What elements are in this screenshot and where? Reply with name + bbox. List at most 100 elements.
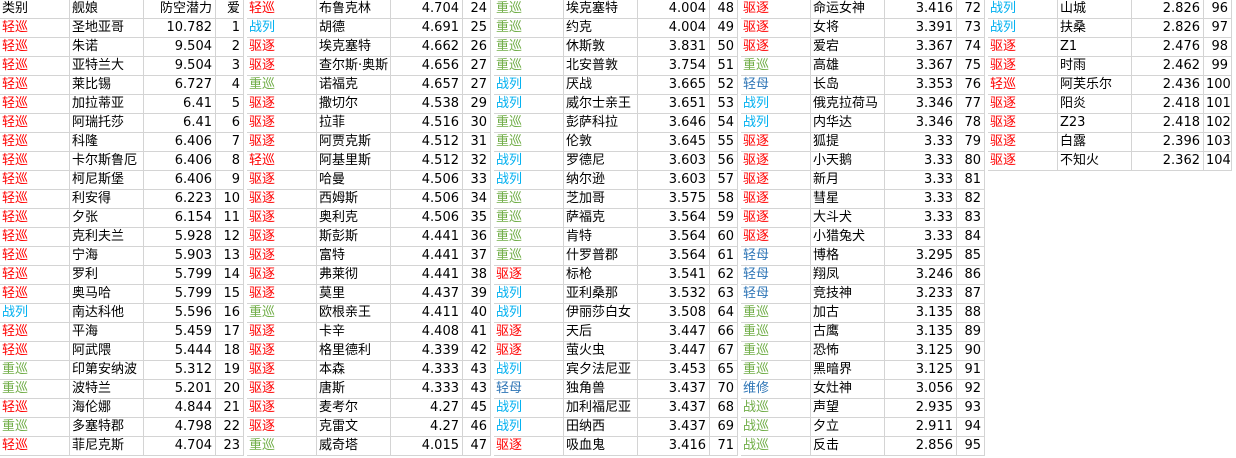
aa-potential-cell[interactable]: 4.512 — [391, 133, 463, 152]
name-cell[interactable]: 卡尔斯鲁厄 — [70, 152, 144, 171]
type-cell[interactable]: 重巡 — [494, 247, 564, 266]
type-cell[interactable]: 轻巡 — [0, 95, 70, 114]
rank-cell[interactable]: 61 — [710, 247, 738, 266]
rank-cell[interactable]: 97 — [1204, 19, 1232, 38]
rank-cell[interactable]: 92 — [957, 380, 985, 399]
type-cell[interactable]: 重巡 — [247, 304, 317, 323]
name-cell[interactable]: 埃克塞特 — [564, 0, 638, 19]
header-cell[interactable]: 类别 — [0, 0, 70, 19]
aa-potential-cell[interactable]: 4.512 — [391, 152, 463, 171]
aa-potential-cell[interactable]: 4.339 — [391, 342, 463, 361]
aa-potential-cell[interactable]: 4.506 — [391, 171, 463, 190]
aa-potential-cell[interactable]: 3.646 — [638, 114, 710, 133]
name-cell[interactable]: 胡德 — [317, 19, 391, 38]
name-cell[interactable]: 格里德利 — [317, 342, 391, 361]
rank-cell[interactable]: 10 — [216, 190, 244, 209]
name-cell[interactable]: 高雄 — [811, 57, 885, 76]
name-cell[interactable]: 女将 — [811, 19, 885, 38]
name-cell[interactable]: 罗利 — [70, 266, 144, 285]
type-cell[interactable]: 驱逐 — [247, 418, 317, 437]
aa-potential-cell[interactable]: 4.506 — [391, 209, 463, 228]
type-cell[interactable]: 驱逐 — [247, 190, 317, 209]
aa-potential-cell[interactable]: 4.27 — [391, 418, 463, 437]
type-cell[interactable]: 轻巡 — [0, 152, 70, 171]
aa-potential-cell[interactable]: 3.367 — [885, 57, 957, 76]
name-cell[interactable]: 亚利桑那 — [564, 285, 638, 304]
aa-potential-cell[interactable]: 3.564 — [638, 247, 710, 266]
rank-cell[interactable]: 36 — [463, 228, 491, 247]
aa-potential-cell[interactable]: 5.596 — [144, 304, 216, 323]
rank-cell[interactable]: 66 — [710, 323, 738, 342]
aa-potential-cell[interactable]: 6.406 — [144, 152, 216, 171]
name-cell[interactable]: 小猎兔犬 — [811, 228, 885, 247]
type-cell[interactable]: 驱逐 — [741, 228, 811, 247]
name-cell[interactable]: 古鹰 — [811, 323, 885, 342]
type-cell[interactable]: 重巡 — [494, 57, 564, 76]
name-cell[interactable]: 田纳西 — [564, 418, 638, 437]
aa-potential-cell[interactable]: 6.406 — [144, 133, 216, 152]
name-cell[interactable]: 埃克塞特 — [317, 38, 391, 57]
rank-cell[interactable]: 73 — [957, 19, 985, 38]
rank-cell[interactable]: 58 — [710, 190, 738, 209]
rank-cell[interactable]: 16 — [216, 304, 244, 323]
name-cell[interactable]: 唐斯 — [317, 380, 391, 399]
aa-potential-cell[interactable]: 3.295 — [885, 247, 957, 266]
type-cell[interactable]: 战列 — [494, 304, 564, 323]
type-cell[interactable]: 驱逐 — [741, 0, 811, 19]
name-cell[interactable]: 阿基里斯 — [317, 152, 391, 171]
rank-cell[interactable]: 79 — [957, 133, 985, 152]
type-cell[interactable]: 驱逐 — [247, 228, 317, 247]
aa-potential-cell[interactable]: 3.33 — [885, 133, 957, 152]
aa-potential-cell[interactable]: 3.564 — [638, 228, 710, 247]
type-cell[interactable]: 战列 — [494, 361, 564, 380]
aa-potential-cell[interactable]: 2.826 — [1132, 19, 1204, 38]
aa-potential-cell[interactable]: 4.441 — [391, 228, 463, 247]
rank-cell[interactable]: 59 — [710, 209, 738, 228]
type-cell[interactable]: 驱逐 — [494, 323, 564, 342]
aa-potential-cell[interactable]: 4.408 — [391, 323, 463, 342]
type-cell[interactable]: 驱逐 — [988, 57, 1058, 76]
rank-cell[interactable]: 43 — [463, 380, 491, 399]
name-cell[interactable]: 大斗犬 — [811, 209, 885, 228]
aa-potential-cell[interactable]: 5.799 — [144, 266, 216, 285]
name-cell[interactable]: 内华达 — [811, 114, 885, 133]
name-cell[interactable]: 阿武隈 — [70, 342, 144, 361]
aa-potential-cell[interactable]: 5.928 — [144, 228, 216, 247]
rank-cell[interactable]: 52 — [710, 76, 738, 95]
type-cell[interactable]: 轻巡 — [247, 152, 317, 171]
type-cell[interactable]: 驱逐 — [247, 171, 317, 190]
name-cell[interactable]: 加利福尼亚 — [564, 399, 638, 418]
aa-potential-cell[interactable]: 3.575 — [638, 190, 710, 209]
aa-potential-cell[interactable]: 4.411 — [391, 304, 463, 323]
type-cell[interactable]: 驱逐 — [988, 152, 1058, 171]
type-cell[interactable]: 重巡 — [494, 209, 564, 228]
aa-potential-cell[interactable]: 2.476 — [1132, 38, 1204, 57]
rank-cell[interactable]: 53 — [710, 95, 738, 114]
type-cell[interactable]: 驱逐 — [988, 95, 1058, 114]
aa-potential-cell[interactable]: 4.538 — [391, 95, 463, 114]
aa-potential-cell[interactable]: 3.233 — [885, 285, 957, 304]
type-cell[interactable]: 驱逐 — [247, 380, 317, 399]
aa-potential-cell[interactable]: 4.333 — [391, 380, 463, 399]
aa-potential-cell[interactable]: 3.135 — [885, 304, 957, 323]
type-cell[interactable]: 轻巡 — [247, 0, 317, 19]
type-cell[interactable]: 战列 — [494, 76, 564, 95]
aa-potential-cell[interactable]: 3.346 — [885, 95, 957, 114]
name-cell[interactable]: 芝加哥 — [564, 190, 638, 209]
type-cell[interactable]: 驱逐 — [247, 133, 317, 152]
type-cell[interactable]: 战列 — [494, 399, 564, 418]
type-cell[interactable]: 战列 — [988, 19, 1058, 38]
aa-potential-cell[interactable]: 4.441 — [391, 247, 463, 266]
name-cell[interactable]: 独角兽 — [564, 380, 638, 399]
name-cell[interactable]: 阿贾克斯 — [317, 133, 391, 152]
type-cell[interactable]: 战列 — [494, 171, 564, 190]
type-cell[interactable]: 驱逐 — [247, 114, 317, 133]
aa-potential-cell[interactable]: 6.41 — [144, 114, 216, 133]
type-cell[interactable]: 维修 — [741, 380, 811, 399]
rank-cell[interactable]: 101 — [1204, 95, 1232, 114]
type-cell[interactable]: 轻巡 — [0, 399, 70, 418]
type-cell[interactable]: 重巡 — [247, 437, 317, 456]
name-cell[interactable]: 长岛 — [811, 76, 885, 95]
aa-potential-cell[interactable]: 9.504 — [144, 38, 216, 57]
rank-cell[interactable]: 81 — [957, 171, 985, 190]
